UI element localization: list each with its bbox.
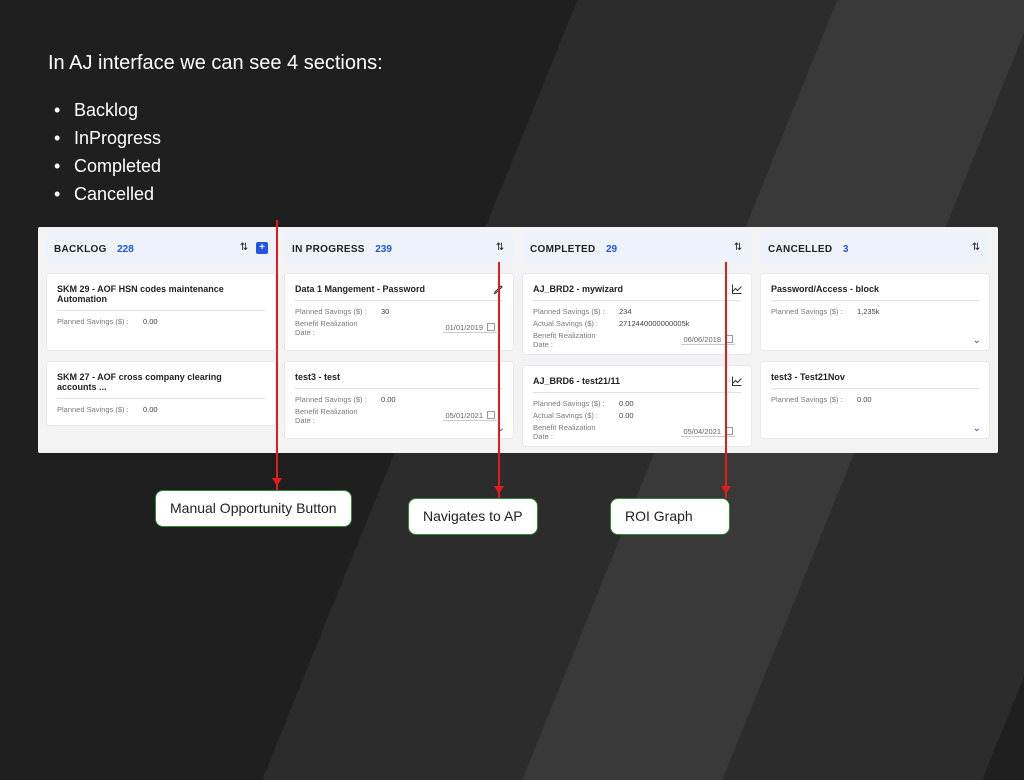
arrow-navigates-ap [498,262,500,498]
card-row: Planned Savings ($) :30 [295,307,503,316]
calendar-icon [487,323,495,331]
section-item: Completed [52,153,976,181]
lane: CANCELLED 3 ⇅ Password/Access - block Plann… [760,233,990,447]
card-title: test3 - test [295,372,503,389]
card[interactable]: AJ_BRD6 - test21/11 Planned Savings ($) :… [522,365,752,447]
section-item: InProgress [52,125,976,153]
date-field[interactable]: 05/01/2021 [443,411,497,421]
calendar-icon [487,411,495,419]
card-row: Benefit Realization Date :05/04/2021 [533,423,741,441]
card-row: Planned Savings ($) :0.00 [771,395,979,404]
lane-title: CANCELLED [768,244,832,255]
sort-icon[interactable]: ⇅ [494,242,506,254]
card-row: Planned Savings ($) :1,235k [771,307,979,316]
card-row: Benefit Realization Date :05/01/2021 [295,407,503,425]
card-row: Benefit Realization Date :06/06/2018 [533,331,741,349]
card-row: Actual Savings ($) :0.00 [533,411,741,420]
lane: COMPLETED 29 ⇅ AJ_BRD2 - mywizard Planned S… [522,233,752,447]
callout-roi-graph: ROI Graph [610,498,730,535]
lane-title: IN PROGRESS [292,244,365,255]
card-row: Planned Savings ($) :234 [533,307,741,316]
roi-graph-icon[interactable] [731,282,743,294]
lane-header: COMPLETED 29 ⇅ [522,233,752,263]
lane-count: 3 [843,244,849,255]
lane: IN PROGRESS 239 ⇅ Data 1 Mangement - Passw… [284,233,514,447]
card-title: Data 1 Mangement - Password [295,284,503,301]
callout-manual-opportunity: Manual Opportunity Button [155,490,352,527]
card[interactable]: Password/Access - block Planned Savings (… [760,273,990,351]
heading-text: In AJ interface we can see 4 sections: [48,52,976,75]
card-title: test3 - Test21Nov [771,372,979,389]
section-item: Cancelled [52,181,976,209]
lane: BACKLOG 228 ⇅ + SKM 29 - AOF HSN codes main… [46,233,276,447]
lane-count: 29 [606,244,617,255]
sections-list: Backlog InProgress Completed Cancelled [52,97,976,209]
card-title: AJ_BRD2 - mywizard [533,284,741,301]
arrow-manual-opportunity [276,220,278,490]
sort-icon[interactable]: ⇅ [970,242,982,254]
add-opportunity-button[interactable]: + [256,242,268,254]
section-item: Backlog [52,97,976,125]
lane-title: BACKLOG [54,244,107,255]
card-title: SKM 29 - AOF HSN codes maintenance Autom… [57,284,265,311]
card-row: Planned Savings ($) :0.00 [533,399,741,408]
card-title: Password/Access - block [771,284,979,301]
card-row: Planned Savings ($) :0.00 [57,405,265,414]
arrow-roi-graph [725,262,727,498]
callout-navigates-ap: Navigates to AP [408,498,538,535]
card-title: SKM 27 - AOF cross company clearing acco… [57,372,265,399]
lane-header: BACKLOG 228 ⇅ + [46,233,276,263]
date-field[interactable]: 01/01/2019 [443,323,497,333]
card[interactable]: test3 - test Planned Savings ($) :0.00 Ben… [284,361,514,439]
card-row: Actual Savings ($) :2712440000000005k [533,319,741,328]
card[interactable]: SKM 27 - AOF cross company clearing acco… [46,361,276,426]
card[interactable]: AJ_BRD2 - mywizard Planned Savings ($) :2… [522,273,752,355]
lane-header: IN PROGRESS 239 ⇅ [284,233,514,263]
card[interactable]: test3 - Test21Nov Planned Savings ($) :0.… [760,361,990,439]
sort-icon[interactable]: ⇅ [238,242,250,254]
lane-count: 239 [375,244,392,255]
card-row: Planned Savings ($) :0.00 [57,317,265,326]
roi-graph-icon[interactable] [731,374,743,386]
lane-count: 228 [117,244,134,255]
card-row: Benefit Realization Date :01/01/2019 [295,319,503,337]
card-row: Planned Savings ($) :0.00 [295,395,503,404]
card[interactable]: SKM 29 - AOF HSN codes maintenance Autom… [46,273,276,351]
card-title: AJ_BRD6 - test21/11 [533,376,741,393]
lane-header: CANCELLED 3 ⇅ [760,233,990,263]
card[interactable]: Data 1 Mangement - Password Planned Savin… [284,273,514,351]
kanban-board: BACKLOG 228 ⇅ + SKM 29 - AOF HSN codes main… [38,227,998,453]
expand-chevron-icon[interactable]: ⌄ [973,335,981,346]
expand-chevron-icon[interactable]: ⌄ [973,423,981,434]
lane-title: COMPLETED [530,244,595,255]
sort-icon[interactable]: ⇅ [732,242,744,254]
